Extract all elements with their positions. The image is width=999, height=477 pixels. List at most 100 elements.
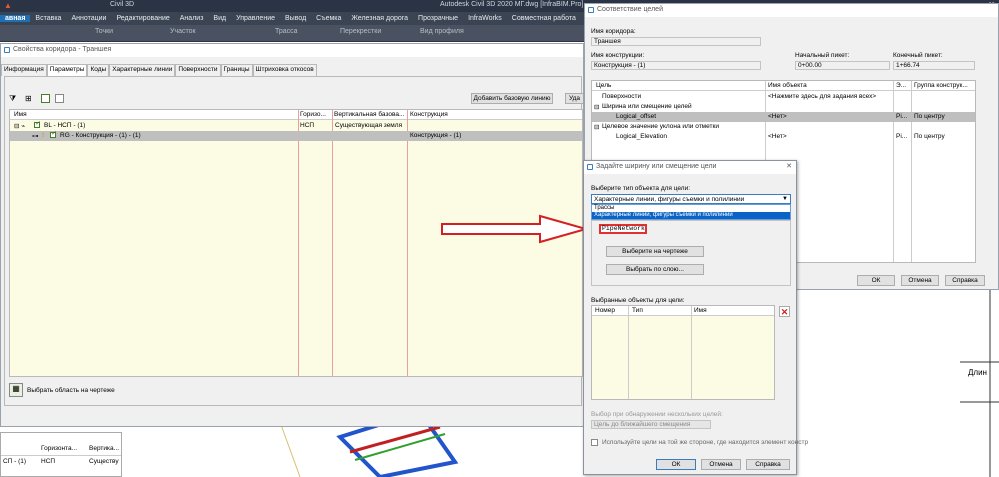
corridor-tab[interactable]: Параметры — [46, 64, 88, 76]
pick-in-drawing-button[interactable]: Выберите на чертеже — [606, 246, 704, 257]
target-row[interactable]: Logical_offset <Нет> Pi... По центру — [592, 112, 975, 122]
parcel-tool[interactable]: Участок — [170, 28, 196, 35]
uncheck-all-icon[interactable] — [55, 94, 64, 103]
ribbon-tab[interactable]: Вывод — [280, 15, 311, 22]
ribbon-tab[interactable]: Съемка — [311, 15, 346, 22]
ribbon-tab[interactable]: Совместная работа — [507, 15, 581, 22]
civil-badge: Civil 3D — [110, 1, 135, 8]
select-region-label[interactable]: Выбрать область на чертеже — [27, 387, 115, 394]
ribbon-tab[interactable]: Вид — [208, 15, 231, 22]
points-tool[interactable]: Точки — [95, 28, 113, 35]
target-cell-target: Ширина или смещение целей — [602, 103, 692, 110]
col-number[interactable]: Номер — [595, 307, 615, 314]
target-cell-obj: <Нажмите здесь для задания всех> — [768, 93, 877, 100]
expand-icon[interactable]: ⊞ — [25, 94, 32, 103]
target-row[interactable]: Logical_Elevation <Нет> Pi... По центру — [592, 132, 975, 142]
tree-toggle-icon[interactable]: ⊟ — [594, 123, 599, 131]
col-e[interactable]: Э... — [896, 82, 906, 89]
col-name[interactable]: Имя — [694, 307, 707, 314]
ribbon-tab[interactable]: Вставка — [30, 15, 66, 22]
select-region-icon[interactable]: ▦ — [9, 383, 23, 397]
width-ok-button[interactable]: ОК — [656, 459, 696, 470]
ribbon-tab[interactable]: InfraWorks — [463, 15, 507, 22]
add-baseline-button[interactable]: Добавить базовую линию — [471, 93, 553, 104]
targets-ok-button[interactable]: ОК — [857, 275, 895, 286]
targets-cancel-button[interactable]: Отмена — [901, 275, 939, 286]
ribbon-tab[interactable]: Анализ — [175, 15, 209, 22]
delete-baseline-button[interactable]: Уда — [565, 93, 583, 104]
object-type-select[interactable]: Характерные линии, фигуры съемки и полил… — [591, 194, 791, 204]
selected-objects-label: Выбранные объекты для цели: — [591, 297, 685, 304]
select-by-layer-button[interactable]: Выбрать по слою... — [606, 264, 704, 275]
col-type[interactable]: Тип — [632, 307, 643, 314]
width-dialog-title: Задайте ширину или смещение цели — [596, 163, 717, 170]
end-station-label: Конечный пикет: — [893, 52, 943, 59]
same-side-checkbox[interactable] — [591, 439, 598, 446]
col-assembly[interactable]: Конструкция — [410, 111, 448, 118]
tree-toggle-icon[interactable]: ⊟ — [594, 103, 599, 111]
alignment-tool[interactable]: Трасса — [275, 28, 298, 35]
ribbon-tab[interactable]: Прозрачные — [413, 15, 463, 22]
corridor-dialog-title-bar[interactable]: Свойства коридора - Траншея — [1, 44, 583, 57]
filter-icon[interactable]: ⧩ — [9, 94, 16, 104]
corridor-tab[interactable]: Штриховка откосов — [252, 64, 317, 76]
chevron-down-icon[interactable]: ▼ — [782, 195, 788, 204]
same-side-label: Используйте цели на той же стороне, где … — [602, 439, 809, 446]
target-row[interactable]: ⊟ Ширина или смещение целей — [592, 102, 975, 112]
col-target[interactable]: Цель — [596, 82, 611, 89]
region-row[interactable]: ⊶ ! RG - Конструкция - (1) - (1) Констру… — [10, 130, 582, 141]
corridor-tab[interactable]: Характерные линии — [109, 64, 176, 76]
ribbon-tab[interactable]: Аннотации — [66, 15, 111, 22]
close-icon[interactable]: ✕ — [786, 162, 792, 170]
baseline-row[interactable]: ⊟ ⌁ BL - НСП - (1) НСП Существующая земл… — [10, 120, 582, 131]
selected-grid-header: Номер Тип Имя — [592, 306, 774, 316]
width-cancel-button[interactable]: Отмена — [701, 459, 741, 470]
baseline-vert: Существующая земля — [335, 122, 403, 129]
target-cell-obj: <Нет> — [768, 133, 787, 140]
option-featurelines[interactable]: Характерные линии, фигуры съемки и полил… — [592, 212, 790, 219]
region-check — [50, 130, 56, 139]
profile-view-tool[interactable]: Вид профиля — [420, 28, 464, 35]
target-cell-target: Logical_offset — [616, 113, 656, 120]
cad-cell-name: СП - (1) — [3, 458, 27, 465]
corridor-tab[interactable]: Границы — [220, 64, 253, 76]
col-group[interactable]: Группа конструк... — [914, 82, 968, 89]
col-vertical[interactable]: Вертикальная базова... — [334, 111, 404, 118]
col-horizontal[interactable]: Горизо... — [300, 111, 326, 118]
assembly-name-label: Имя конструкции: — [591, 52, 645, 59]
ribbon-tab[interactable]: авная — [0, 15, 31, 22]
warning-icon: ! — [42, 132, 45, 139]
width-help-button[interactable]: Справка — [746, 459, 790, 470]
target-cell-obj: <Нет> — [768, 113, 787, 120]
object-type-dropdown: Трассы Характерные линии, фигуры съемки … — [591, 204, 791, 220]
ribbon-tab[interactable]: Железная дорога — [346, 15, 413, 22]
targets-title: Соответствие целей — [597, 6, 663, 13]
option-alignments[interactable]: Трассы — [592, 205, 790, 212]
set-width-offset-dialog: Задайте ширину или смещение цели ✕ Выбер… — [583, 160, 808, 475]
corridor-name-label: Имя коридора: — [591, 28, 636, 35]
ribbon-tab[interactable]: Управление — [231, 15, 280, 22]
width-dialog-title-bar[interactable]: Задайте ширину или смещение цели ✕ — [584, 161, 796, 174]
multi-target-select[interactable]: Цель до ближайшего смещения — [591, 420, 711, 429]
corridor-tab[interactable]: Поверхности — [175, 64, 221, 76]
length-label: Длин — [968, 368, 987, 377]
tree-toggle-icon[interactable]: ⊟ ⌁ — [14, 122, 25, 130]
targets-help-button[interactable]: Справка — [945, 275, 985, 286]
corridor-tab[interactable]: Информация — [1, 64, 47, 76]
check-all-icon[interactable] — [41, 94, 50, 103]
app-logo-icon: ▲ — [4, 1, 12, 10]
dialog-icon — [4, 47, 10, 53]
ribbon-tab[interactable]: Редактирование — [111, 15, 174, 22]
target-cell-target: Целевое значение уклона или отметки — [602, 123, 720, 130]
target-row[interactable]: ⊟ Целевое значение уклона или отметки — [592, 122, 975, 132]
cad-cell-vert: Существу — [89, 458, 119, 465]
object-type-label: Выберите тип объекта для цели: — [591, 185, 691, 192]
target-row[interactable]: Поверхности <Нажмите здесь для задания вс… — [592, 92, 975, 102]
dialog-icon — [587, 164, 593, 170]
intersection-tool[interactable]: Перекрестки — [340, 28, 381, 35]
col-name[interactable]: Имя — [14, 111, 27, 118]
targets-title-bar[interactable]: Соответствие целей — [585, 4, 998, 17]
delete-icon[interactable]: ✕ — [779, 306, 790, 317]
corridor-tab[interactable]: Коды — [87, 64, 110, 76]
col-object[interactable]: Имя объекта — [768, 82, 807, 89]
